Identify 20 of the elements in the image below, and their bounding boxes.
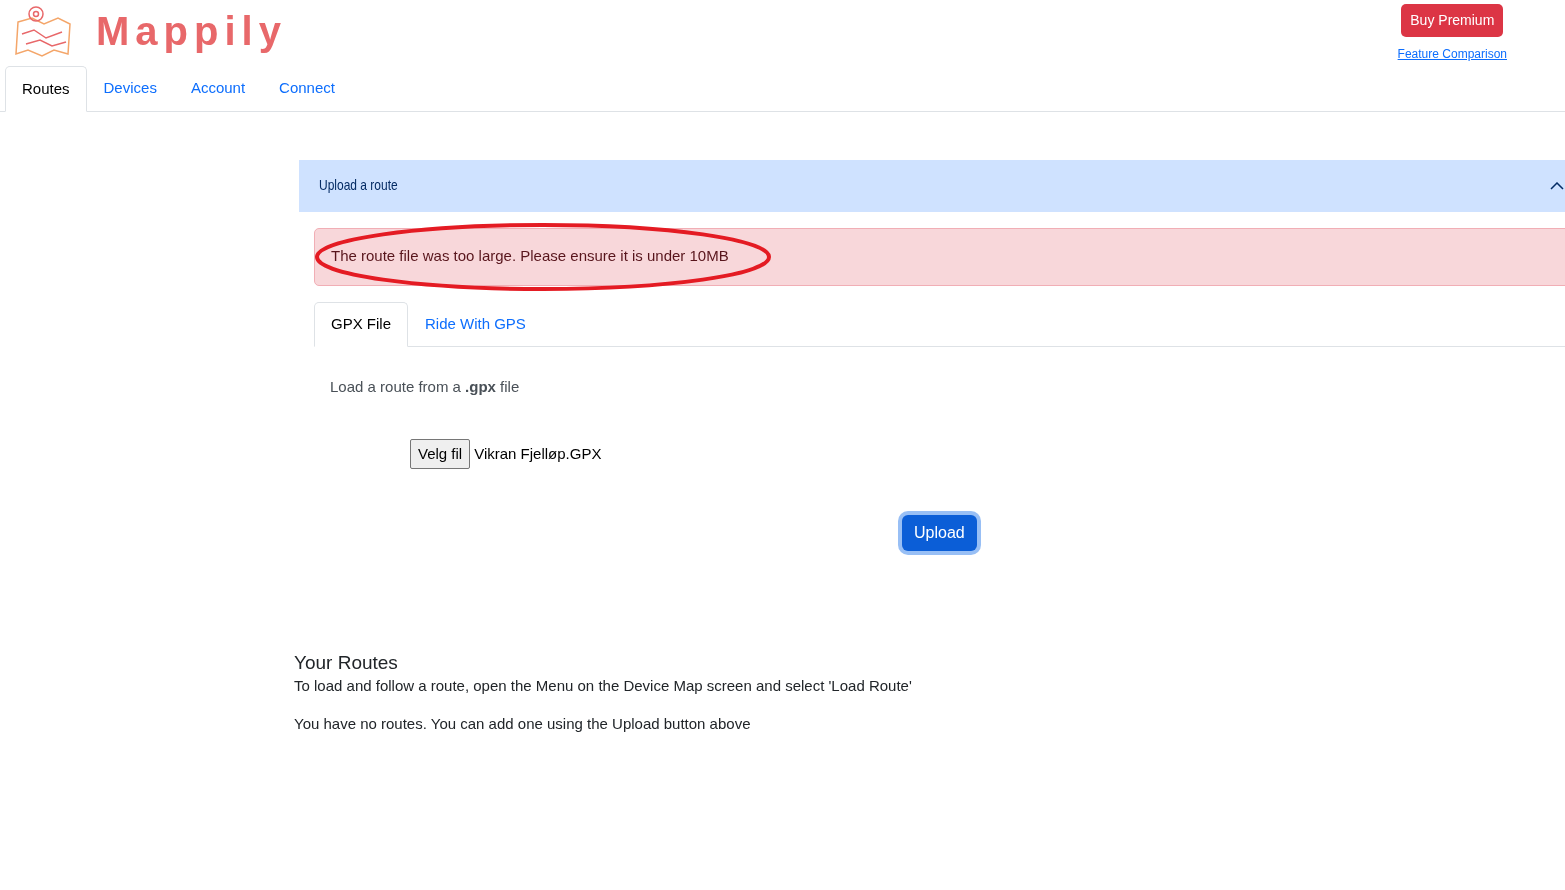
routes-hint: To load and follow a route, open the Menu on the Device Map screen and select 'Load Route'	[294, 675, 913, 696]
instruction-text: Load a route from a .gpx file	[330, 378, 520, 395]
nav-tab[interactable]: Devices	[86, 66, 174, 111]
feature-comparison-link[interactable]: Feature Comparison	[1397, 45, 1507, 63]
map-logo-icon	[14, 4, 74, 58]
source-tab[interactable]: GPX File	[314, 301, 408, 347]
source-tab[interactable]: Ride With GPS	[408, 301, 543, 346]
error-alert: The route file was too large. Please ensure it is under 10MB	[314, 227, 1565, 286]
section-heading: Your Routes	[294, 651, 399, 675]
nav-tab[interactable]: Connect	[262, 66, 352, 111]
accordion-header[interactable]: Upload a route	[299, 159, 1565, 212]
panel-title: Upload a route	[319, 175, 398, 196]
file-name: Vikran Fjelløp.GPX	[474, 443, 602, 464]
nav-tab[interactable]: Account	[173, 66, 263, 111]
empty-message: You have no routes. You can add one using the Upload button above	[294, 714, 752, 735]
brand-name: Mappily	[96, 11, 287, 51]
nav-tab[interactable]: Routes	[5, 66, 87, 112]
chevron-up-icon	[1550, 181, 1564, 190]
buy-premium-button[interactable]: Buy Premium	[1401, 4, 1504, 37]
choose-file-button[interactable]: Velg fil	[410, 438, 471, 469]
